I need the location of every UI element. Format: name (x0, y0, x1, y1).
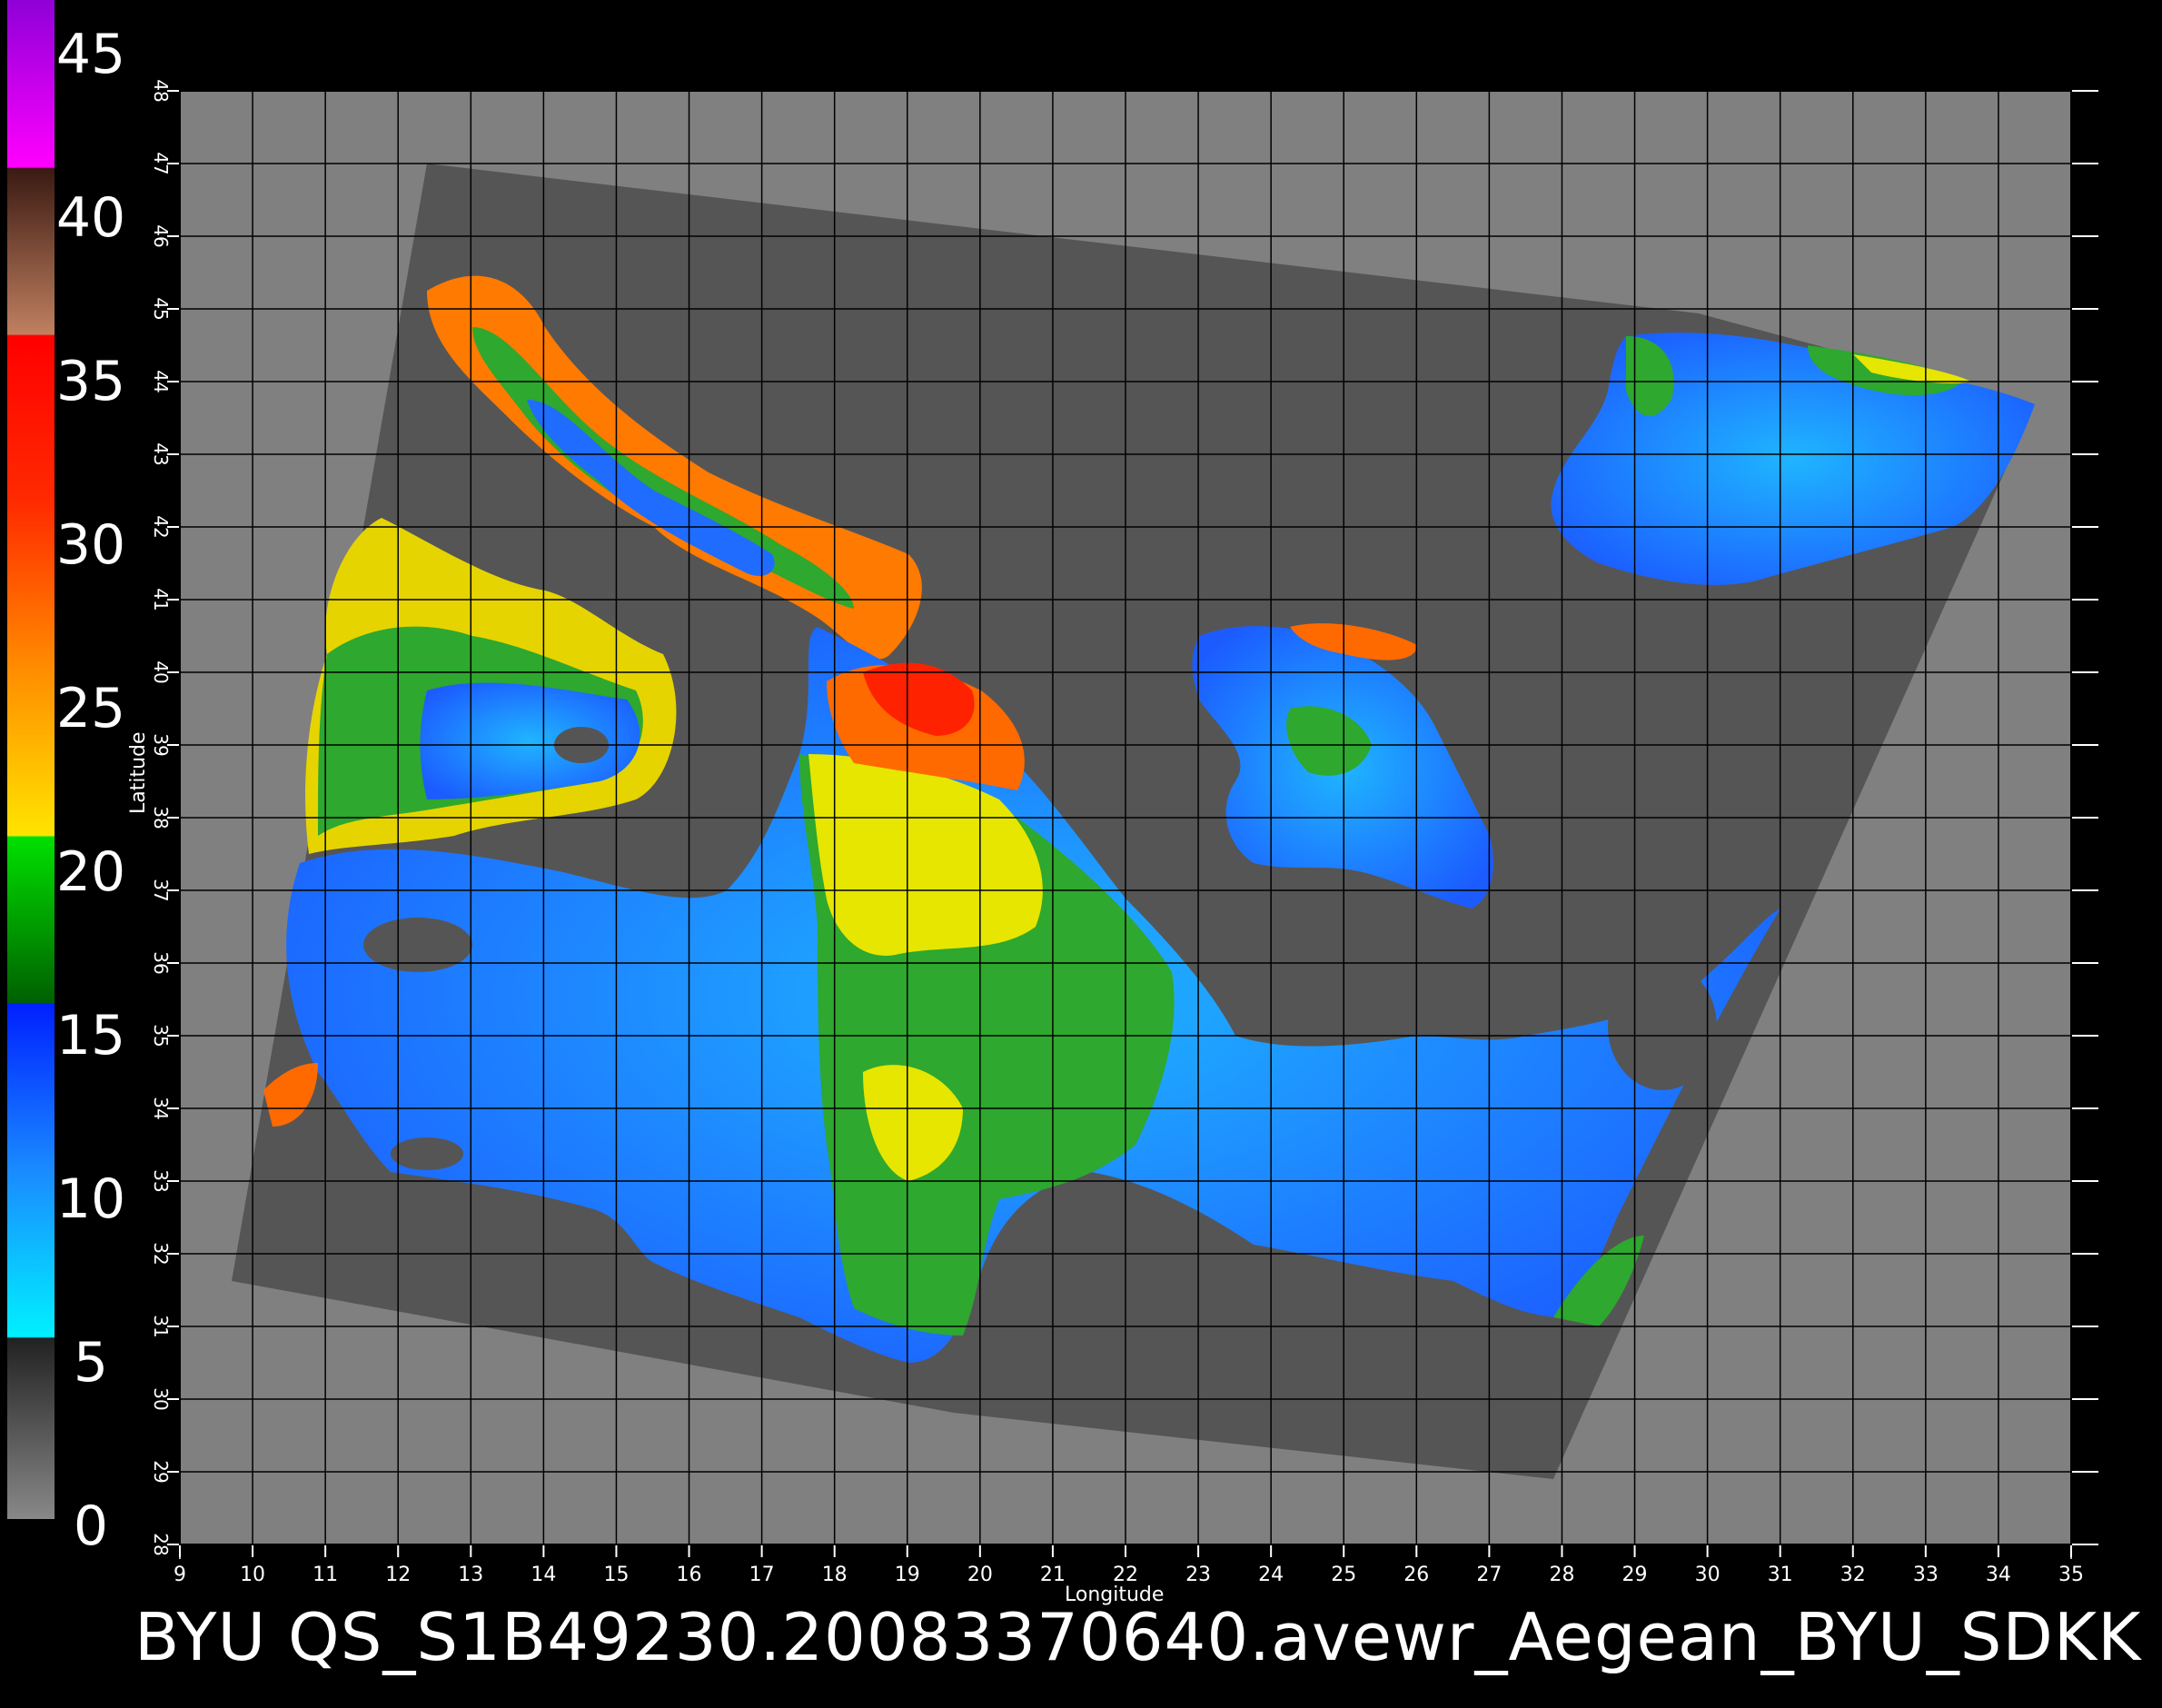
y-tick-label: 28 (150, 1533, 172, 1555)
x-tick-label: 10 (240, 1564, 265, 1586)
y-tick-labels: 28 29 30 31 32 33 34 35 36 37 38 39 40 41 42 43 44 45 46 47… (150, 79, 172, 1555)
colorbar-label: 15 (56, 1004, 125, 1068)
y-tick-label: 31 (150, 1315, 172, 1337)
x-tick-label: 16 (677, 1564, 702, 1586)
y-tick-label: 35 (150, 1024, 172, 1047)
x-tick-label: 13 (458, 1564, 483, 1586)
y-tick-label: 34 (150, 1097, 172, 1119)
x-tick-label: 9 (174, 1564, 186, 1586)
x-tick-label: 31 (1768, 1564, 1793, 1586)
map-figure: 45 40 35 30 25 20 15 10 5 0 9 10 11 12 13 14 15 1… (7, 0, 2098, 1586)
x-tick-label: 35 (2058, 1564, 2084, 1586)
x-tick-label: 32 (1840, 1564, 1866, 1586)
y-tick-label: 38 (150, 806, 172, 829)
y-tick-label: 29 (150, 1460, 172, 1483)
x-tick-label: 11 (312, 1564, 338, 1586)
colorbar-label: 40 (56, 186, 125, 250)
x-tick-label: 25 (1331, 1564, 1356, 1586)
colorbar-label: 30 (56, 513, 125, 577)
y-tick-label: 45 (150, 297, 172, 320)
y-tick-label: 43 (150, 442, 172, 465)
y-tick-label: 46 (150, 224, 172, 247)
x-tick-label: 28 (1549, 1564, 1574, 1586)
y-axis-title: Latitude (127, 731, 150, 814)
x-tick-label: 14 (531, 1564, 556, 1586)
x-tick-label: 18 (822, 1564, 848, 1586)
x-tick-label: 19 (895, 1564, 920, 1586)
colorbar-label: 20 (56, 840, 125, 904)
x-tick-label: 30 (1695, 1564, 1721, 1586)
x-tick-label: 17 (749, 1564, 775, 1586)
colorbar-labels: 45 40 35 30 25 20 15 10 5 0 (56, 23, 125, 1558)
y-tick-label: 39 (150, 733, 172, 756)
colorbar-label: 0 (74, 1494, 108, 1558)
y-tick-label: 41 (150, 588, 172, 611)
colorbar (7, 0, 55, 1519)
x-tick-label: 34 (1986, 1564, 2011, 1586)
x-tick-label: 20 (967, 1564, 993, 1586)
x-tick-label: 26 (1403, 1564, 1429, 1586)
x-tick-label: 29 (1622, 1564, 1648, 1586)
y-tick-label: 33 (150, 1169, 172, 1192)
colorbar-gradient (7, 0, 55, 1519)
y-tick-label: 30 (150, 1387, 172, 1410)
y-tick-label: 47 (150, 152, 172, 174)
x-tick-label: 12 (385, 1564, 411, 1586)
colorbar-label: 10 (56, 1167, 125, 1231)
x-tick-label: 33 (1913, 1564, 1939, 1586)
colorbar-label: 25 (56, 677, 125, 740)
y-tick-label: 48 (150, 79, 172, 102)
y-tick-label: 40 (150, 660, 172, 683)
x-tick-label: 27 (1476, 1564, 1502, 1586)
x-tick-label: 24 (1258, 1564, 1284, 1586)
colorbar-label: 35 (56, 350, 125, 413)
y-tick-label: 36 (150, 951, 172, 974)
y-tick-label: 32 (150, 1242, 172, 1265)
y-tick-label: 37 (150, 879, 172, 901)
x-tick-label: 23 (1185, 1564, 1211, 1586)
footer-title: BYU QS_S1B49230.20083370640.avewr_Aegean… (134, 1599, 2142, 1675)
y-tick-label: 42 (150, 515, 172, 538)
colorbar-label: 45 (56, 23, 125, 86)
x-tick-label: 21 (1040, 1564, 1066, 1586)
colorbar-label: 5 (74, 1331, 108, 1395)
x-tick-label: 15 (603, 1564, 629, 1586)
y-tick-label: 44 (150, 370, 172, 392)
